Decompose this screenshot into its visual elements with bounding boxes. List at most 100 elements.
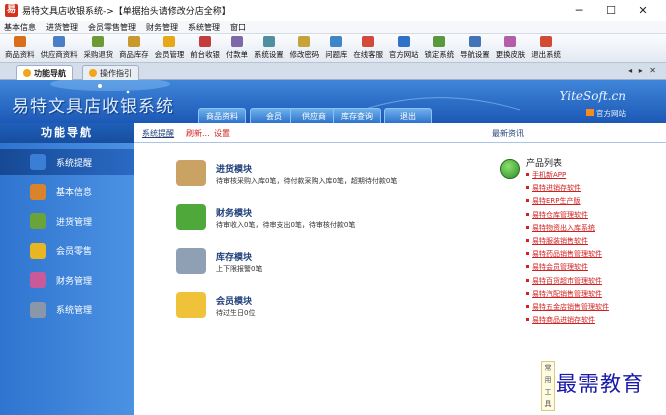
menu-member-retail[interactable]: 会员零售管理 xyxy=(88,22,136,33)
toolbar-label: 会员管理 xyxy=(154,50,185,59)
menu-system[interactable]: 系统管理 xyxy=(188,22,220,33)
sidebar-icon xyxy=(30,301,46,318)
menu-purchase[interactable]: 进货管理 xyxy=(46,22,78,33)
toolbar-icon xyxy=(127,36,140,47)
sidebar-item-1[interactable]: 基本信息 xyxy=(0,179,134,205)
toolbar-icon xyxy=(230,36,243,47)
toolbar-label: 在线客服 xyxy=(353,50,383,59)
sidebar-title: 功能导航 xyxy=(0,123,134,143)
bullet-icon xyxy=(526,212,529,216)
bullet-icon xyxy=(526,305,529,308)
product-link-11[interactable]: 易特商品进销存软件 xyxy=(526,315,595,325)
sidebar-item-0[interactable]: 系统提醒 xyxy=(0,149,134,175)
brand-site: YiteSoft.cn xyxy=(559,89,626,103)
module-desc: 待过生日0位 xyxy=(216,309,256,317)
product-link-8[interactable]: 易特百货超市管理软件 xyxy=(526,276,602,286)
product-link-0[interactable]: 手机新APP xyxy=(526,170,566,180)
module-title[interactable]: 财务模块 xyxy=(216,206,252,219)
sidebar-item-3[interactable]: 会员零售 xyxy=(0,238,134,264)
tab-function-nav[interactable]: 功能导航 xyxy=(16,65,73,80)
toolbar-button-10[interactable]: 在线客服 xyxy=(350,34,386,62)
toolbar-button-8[interactable]: 修改密码 xyxy=(287,34,323,62)
product-link-7[interactable]: 易特会员管理软件 xyxy=(526,262,588,272)
sidebar-icon xyxy=(30,213,46,229)
product-label: 易特商品进销存软件 xyxy=(532,316,595,325)
product-label: 易特ERP生产版 xyxy=(532,197,581,206)
sidebar-icon xyxy=(30,183,46,200)
product-link-9[interactable]: 易特汽配销售管理软件 xyxy=(526,289,602,299)
toolbar-button-1[interactable]: 供应商资料 xyxy=(38,34,81,62)
product-label: 易特百货超市管理软件 xyxy=(532,276,602,285)
toolbar-button-14[interactable]: 更换皮肤 xyxy=(493,34,529,62)
refresh-link[interactable]: 刷新... xyxy=(186,128,210,139)
banner-tab-exit[interactable]: 退出 xyxy=(384,108,432,123)
minimize-button[interactable]: ─ xyxy=(564,3,594,18)
sidebar-item-label: 基本信息 xyxy=(56,188,93,198)
toolbar-button-7[interactable]: 系统设置 xyxy=(251,34,287,62)
toolbar-label: 供应商资料 xyxy=(40,50,78,59)
toolbar-button-0[interactable]: 商品资料 xyxy=(2,34,38,62)
tab-scroll-controls[interactable]: ◂ ▸ ✕ xyxy=(628,66,658,75)
sidebar-item-5[interactable]: 系统管理 xyxy=(0,297,134,323)
sidebar-item-4[interactable]: 财务管理 xyxy=(0,267,134,293)
bullet-icon xyxy=(526,199,529,203)
sidebar-item-label: 财务管理 xyxy=(56,276,93,287)
download-globe-icon xyxy=(500,159,520,179)
toolbar-button-13[interactable]: 导航设置 xyxy=(457,34,493,62)
close-button[interactable]: ✕ xyxy=(628,3,658,18)
home-icon xyxy=(586,109,594,116)
bullet-icon xyxy=(526,318,529,322)
module-title[interactable]: 进货模块 xyxy=(216,162,252,175)
product-link-3[interactable]: 易特仓库管理软件 xyxy=(526,210,588,220)
toolbar-label: 官方网站 xyxy=(388,50,419,59)
toolbar-button-2[interactable]: 采购退货 xyxy=(81,34,117,62)
toolbar-icon xyxy=(468,36,481,47)
toolbar-button-4[interactable]: 会员管理 xyxy=(152,34,188,62)
bullet-icon xyxy=(526,173,529,176)
toolbar-button-9[interactable]: 问题库 xyxy=(322,34,350,62)
banner-tab-supplier[interactable]: 供应商 xyxy=(290,108,338,123)
toolbar-button-15[interactable]: 退出系统 xyxy=(528,34,564,62)
banner-tab-stock[interactable]: 库存查询 xyxy=(333,108,381,123)
banner-title: 易特文具店收银系统 xyxy=(12,97,174,117)
toolbar-button-12[interactable]: 锁定系统 xyxy=(422,34,458,62)
product-link-5[interactable]: 易特服装销售软件 xyxy=(526,236,588,246)
toolbar-button-3[interactable]: 商品库存 xyxy=(116,34,152,62)
banner-tab-products[interactable]: 商品资料 xyxy=(198,108,246,123)
product-link-10[interactable]: 易特五金店销售管理软件 xyxy=(526,302,609,312)
toolbar-icon xyxy=(163,36,176,47)
toolbar-label: 采购退货 xyxy=(83,50,114,59)
toolbar-label: 更换皮肤 xyxy=(495,50,526,59)
toolbar-label: 前台收银 xyxy=(190,50,220,59)
crumb-current[interactable]: 系统提醒 xyxy=(142,128,174,139)
toolbar-icon xyxy=(330,36,343,47)
maximize-button[interactable]: ☐ xyxy=(596,3,626,18)
settings-link[interactable]: 设置 xyxy=(214,128,230,139)
tools-handle[interactable]: 常用工具 xyxy=(541,361,555,411)
bullet-icon xyxy=(526,225,529,229)
sidebar-item-2[interactable]: 进货管理 xyxy=(0,208,134,234)
tab-operation-guide[interactable]: 操作指引 xyxy=(82,65,139,80)
product-link-1[interactable]: 易特进销存软件 xyxy=(526,183,581,193)
toolbar-button-6[interactable]: 付款单 xyxy=(223,34,251,62)
menu-basic-info[interactable]: 基本信息 xyxy=(4,22,36,33)
toolbar-icon xyxy=(504,36,517,47)
menu-window[interactable]: 窗口 xyxy=(230,22,246,33)
toolbar-button-11[interactable]: 官方网站 xyxy=(386,34,422,62)
product-link-4[interactable]: 易特物资出入库系统 xyxy=(526,223,595,233)
menu-bar: 基本信息 进货管理 会员零售管理 财务管理 系统管理 窗口 xyxy=(0,21,666,34)
official-site-link[interactable]: 官方网站 xyxy=(586,108,626,119)
product-link-2[interactable]: 易特ERP生产版 xyxy=(526,196,581,206)
sidebar-item-label: 系统管理 xyxy=(56,306,93,316)
sidebar-item-label: 进货管理 xyxy=(56,217,93,228)
menu-finance[interactable]: 财务管理 xyxy=(146,22,178,33)
toolbar-button-5[interactable]: 前台收银 xyxy=(187,34,223,62)
module-title[interactable]: 会员模块 xyxy=(216,294,252,307)
product-link-6[interactable]: 易特药品销售管理软件 xyxy=(526,249,602,259)
window-title: 易特文具店收银系统->【单据抬头请修改分店全称】 xyxy=(22,7,231,17)
toolbar-icon xyxy=(262,36,275,47)
module-title[interactable]: 库存模块 xyxy=(216,250,252,263)
module-icon xyxy=(176,204,206,230)
module-desc: 上下限报警0笔 xyxy=(216,265,263,273)
bullet-icon xyxy=(526,265,529,269)
